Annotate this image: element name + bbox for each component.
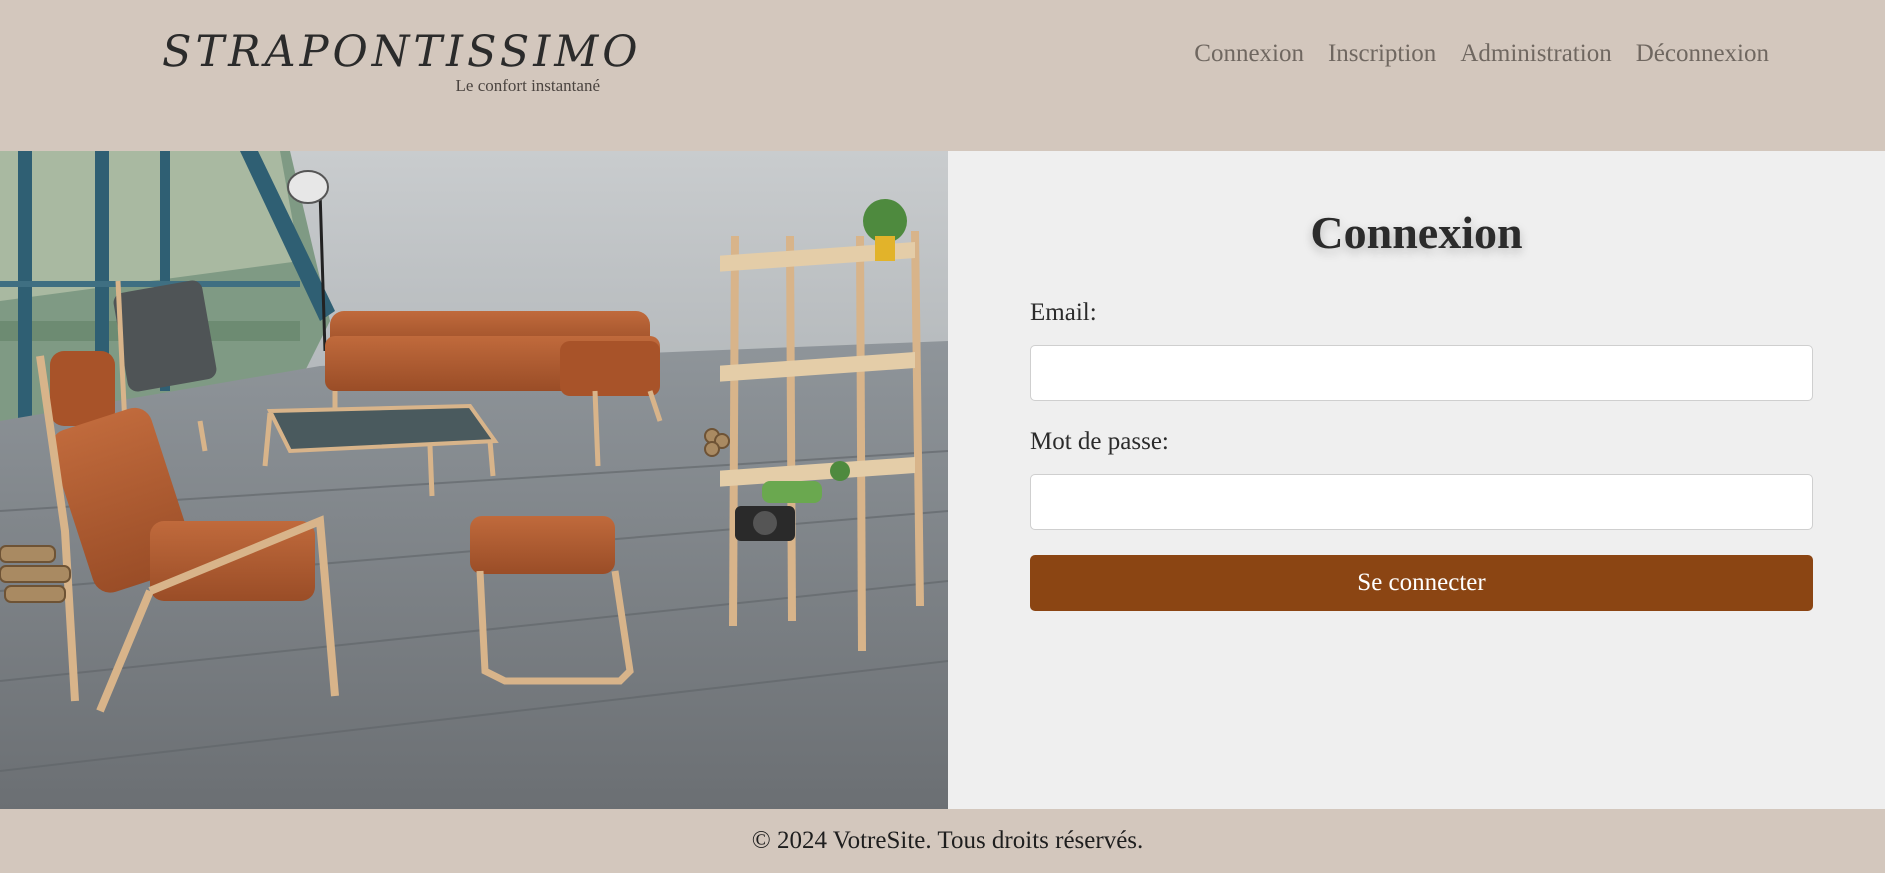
logo-title: STRAPONTISSIMO <box>162 27 642 77</box>
living-room-illustration <box>0 151 948 809</box>
login-panel: Connexion Email: Mot de passe: Se connec… <box>948 151 1885 809</box>
nav-signup-link[interactable]: Inscription <box>1328 40 1436 68</box>
nav-logout-link[interactable]: Déconnexion <box>1636 40 1769 68</box>
main-nav: Connexion Inscription Administration Déc… <box>1194 40 1769 68</box>
footer-copyright: © 2024 VotreSite. Tous droits réservés. <box>751 827 1144 854</box>
nav-login-link[interactable]: Connexion <box>1194 40 1304 68</box>
login-heading: Connexion <box>1310 207 1523 258</box>
email-field[interactable] <box>1030 345 1813 401</box>
nav-admin-link[interactable]: Administration <box>1460 40 1611 68</box>
logo-tagline: Le confort instantané <box>455 76 600 95</box>
site-header: STRAPONTISSIMO Le confort instantané Con… <box>0 0 1885 151</box>
password-label: Mot de passe: <box>1030 428 1169 455</box>
email-label: Email: <box>1030 299 1097 326</box>
password-field[interactable] <box>1030 474 1813 530</box>
site-logo[interactable]: STRAPONTISSIMO Le confort instantané <box>162 26 642 96</box>
site-footer: © 2024 VotreSite. Tous droits réservés. <box>0 809 1885 873</box>
login-submit-button[interactable]: Se connecter <box>1030 555 1813 611</box>
living-room-photo <box>0 151 948 809</box>
